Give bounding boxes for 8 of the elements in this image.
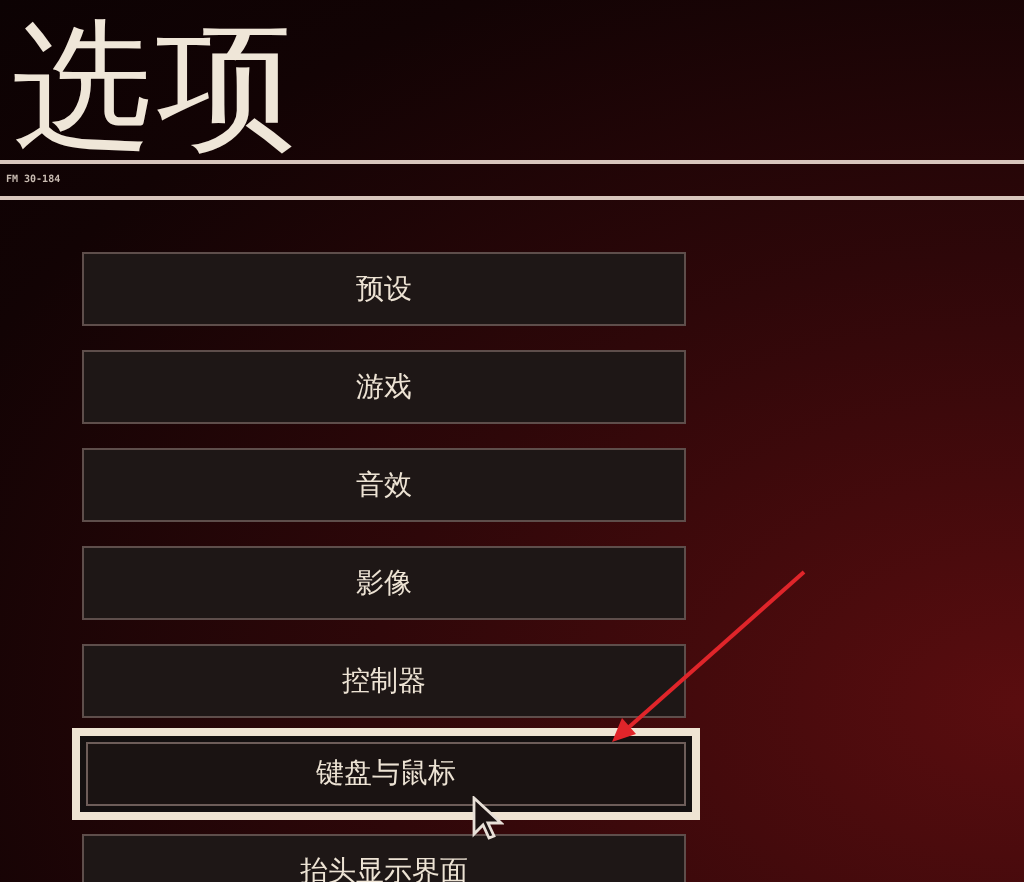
page-title: 选项 <box>10 2 302 160</box>
menu-button[interactable]: 控制器 <box>82 644 686 718</box>
menu-button[interactable]: 键盘与鼠标 <box>72 728 700 820</box>
menu-button[interactable]: 游戏 <box>82 350 686 424</box>
cursor-icon <box>472 796 504 840</box>
menu-button[interactable]: 预设 <box>82 252 686 326</box>
menu-button[interactable]: 影像 <box>82 546 686 620</box>
menu-button[interactable]: 音效 <box>82 448 686 522</box>
